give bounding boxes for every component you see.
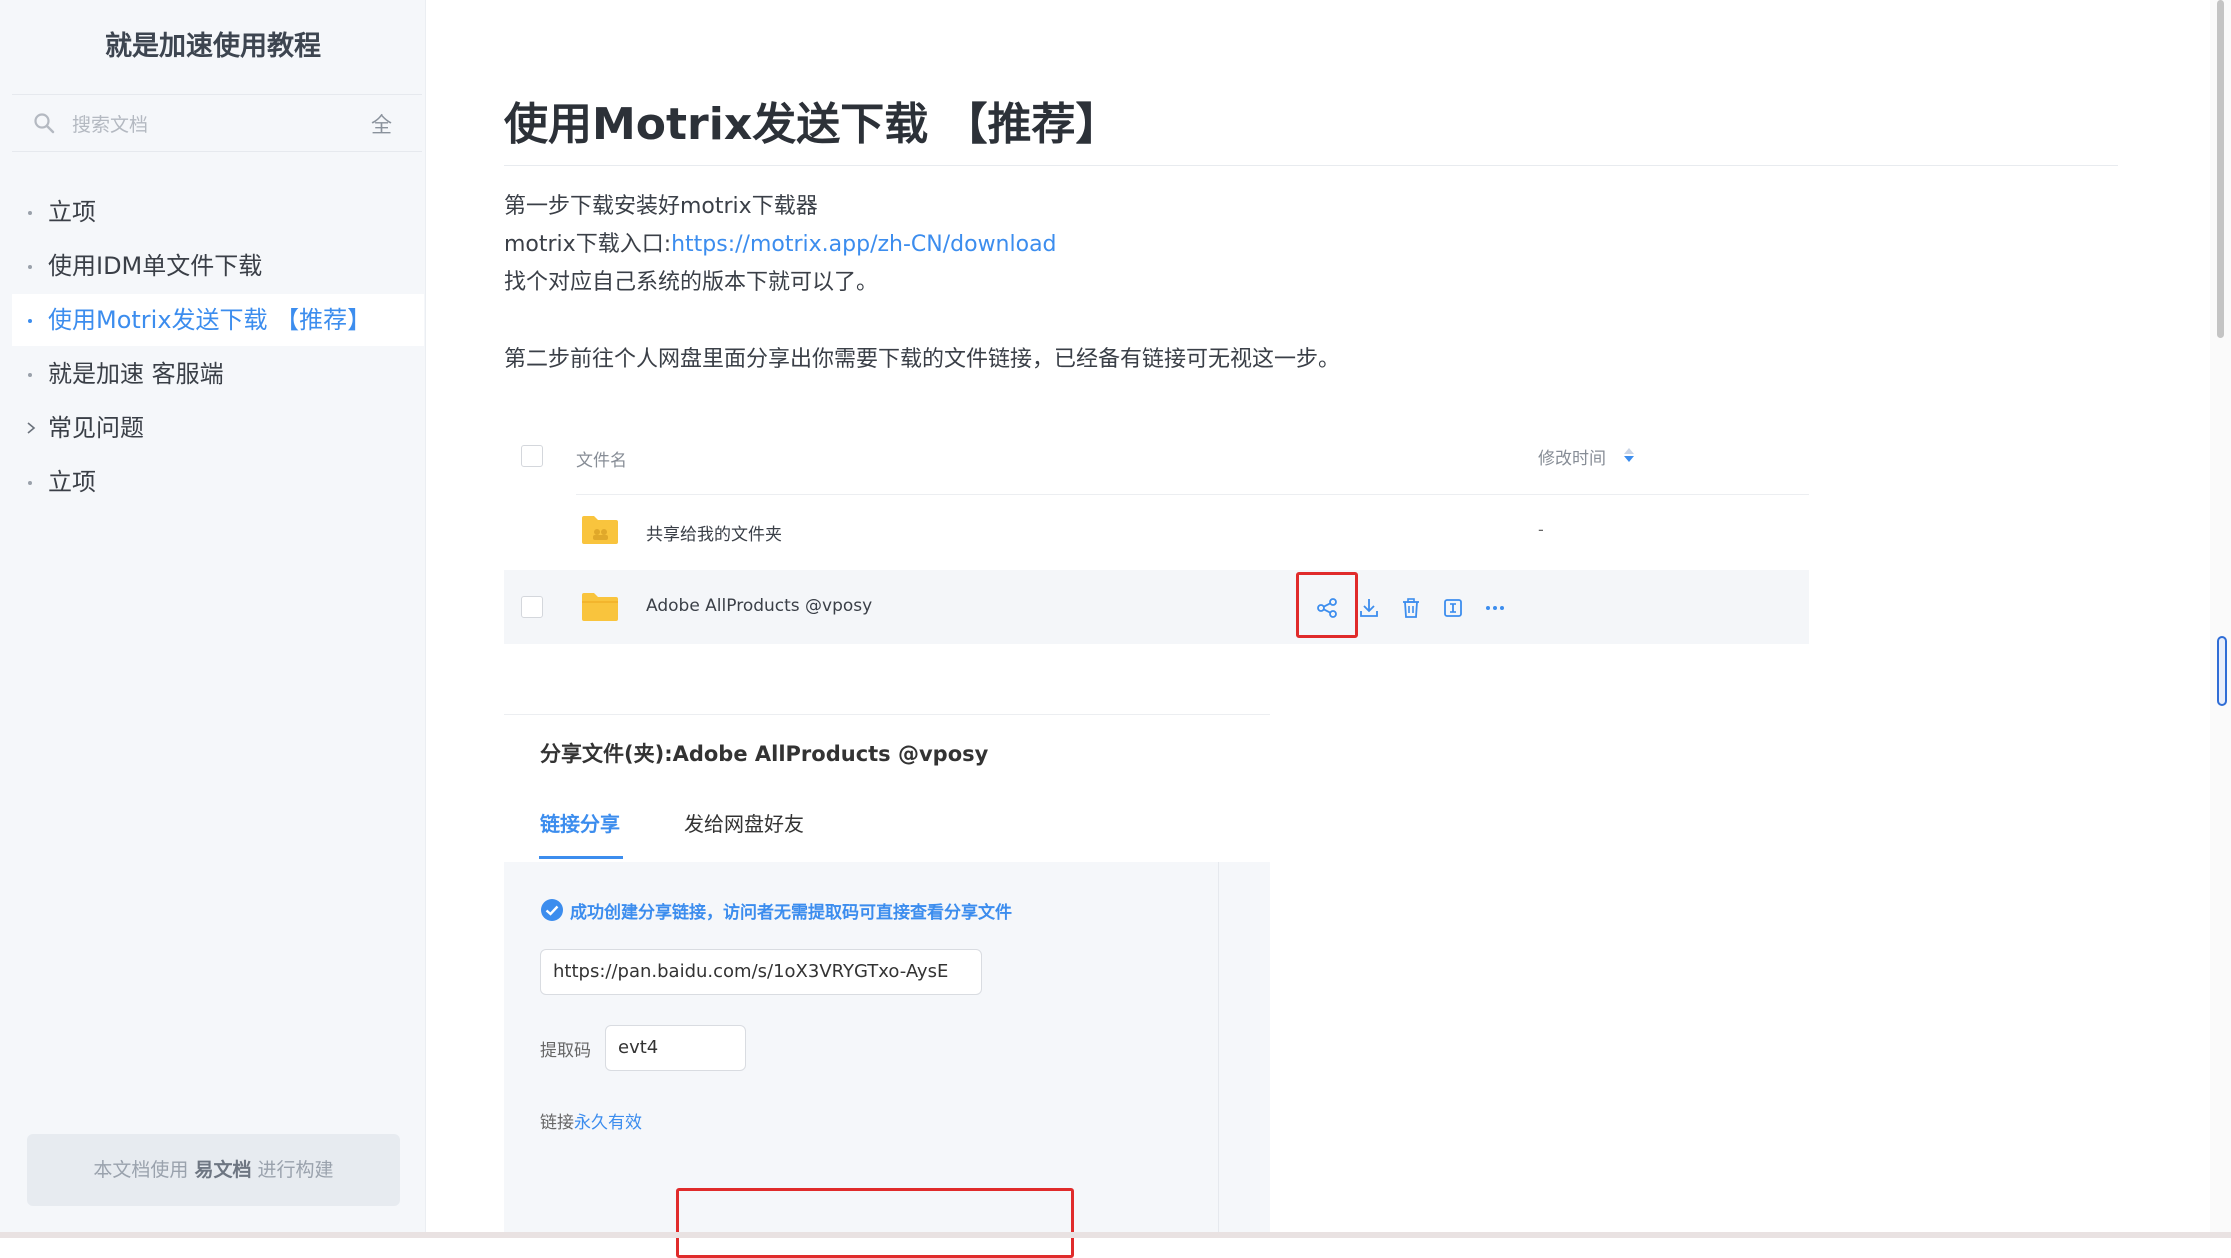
article: 使用Motrix发送下载 【推荐】 第一步下载安装好motrix下载器 motr… [504, 0, 2124, 1258]
sidebar-nav: 立项 使用IDM单文件下载 使用Motrix发送下载 【推荐】 就是加速 客服端… [12, 186, 424, 510]
folder-icon [582, 593, 618, 621]
footer-suffix: 进行构建 [257, 1159, 334, 1181]
validity-value[interactable]: 永久有效 [574, 1113, 642, 1133]
title-divider [504, 165, 2118, 166]
scroll-position-indicator[interactable] [2217, 636, 2227, 706]
success-message: 成功创建分享链接，访问者无需提取码可直接查看分享文件 [570, 903, 1012, 923]
page-title: 使用Motrix发送下载 【推荐】 [504, 99, 1120, 150]
shared-folder-icon [582, 516, 618, 544]
row-checkbox[interactable] [521, 596, 543, 618]
footer-brand[interactable]: 易文档 [194, 1159, 251, 1181]
download-icon[interactable] [1357, 596, 1381, 620]
sidebar-item-label: 立项 [48, 198, 96, 226]
download-entry-label: motrix下载入口: [504, 232, 672, 257]
share-icon[interactable] [1315, 596, 1339, 620]
dialog-top-border [504, 714, 1270, 715]
sidebar-item-idm[interactable]: 使用IDM单文件下载 [12, 240, 424, 292]
step1-line2: motrix下载入口:https://motrix.app/zh-CN/down… [504, 226, 1057, 258]
dialog-title: 分享文件(夹):Adobe AllProducts @vposy [540, 742, 989, 766]
dialog-right-divider [1218, 862, 1219, 1238]
sidebar-item-label: 常见问题 [48, 414, 144, 442]
sidebar-item-motrix[interactable]: 使用Motrix发送下载 【推荐】 [12, 294, 424, 346]
extract-code-field[interactable]: evt4 [605, 1025, 746, 1071]
column-header-name: 文件名 [576, 451, 627, 471]
share-dialog-screenshot: 分享文件(夹):Adobe AllProducts @vposy 链接分享 发给… [504, 714, 1270, 1238]
file-name[interactable]: Adobe AllProducts @vposy [646, 596, 872, 616]
table-row[interactable]: 共享给我的文件夹 - [504, 494, 1809, 568]
select-all-checkbox[interactable] [521, 445, 543, 467]
tab-link-share[interactable]: 链接分享 [540, 808, 620, 837]
step1-line3: 找个对应自己系统的版本下就可以了。 [504, 270, 879, 295]
sidebar-item-lixiang-2[interactable]: 立项 [12, 456, 424, 508]
bullet-icon [28, 373, 32, 377]
window-bottom-edge [0, 1232, 2231, 1238]
search-input[interactable]: 搜索文档 [72, 110, 148, 137]
bullet-icon [28, 211, 32, 215]
build-footer[interactable]: 本文档使用 易文档 进行构建 [27, 1134, 400, 1206]
doc-title: 就是加速使用教程 [105, 31, 321, 62]
modified-time: - [1538, 520, 1544, 539]
sidebar-item-lixiang[interactable]: 立项 [12, 186, 424, 238]
validity-label: 链接 [540, 1113, 574, 1133]
motrix-download-link[interactable]: https://motrix.app/zh-CN/download [671, 232, 1056, 257]
sidebar-item-label: 立项 [48, 468, 96, 496]
copy-link-highlight-box [676, 1188, 1074, 1258]
rename-icon[interactable] [1441, 596, 1465, 620]
sidebar-item-label: 使用IDM单文件下载 [48, 252, 263, 280]
scrollbar-thumb[interactable] [2217, 0, 2224, 338]
sidebar: 就是加速使用教程 搜索文档 全 立项 使用IDM单文件下载 使用Motrix发送… [0, 0, 426, 1238]
active-tab-indicator [539, 856, 623, 859]
share-link-field[interactable]: https://pan.baidu.com/s/1oX3VRYGTxo-AysE [540, 949, 982, 995]
search-scope-toggle[interactable]: 全 [371, 109, 392, 139]
step2-text: 第二步前往个人网盘里面分享出你需要下载的文件链接，已经备有链接可无视这一步。 [504, 347, 1341, 372]
chevron-right-icon[interactable] [25, 422, 37, 434]
delete-icon[interactable] [1399, 596, 1423, 620]
footer-prefix: 本文档使用 [93, 1159, 189, 1181]
sidebar-item-faq[interactable]: 常见问题 [12, 402, 424, 454]
link-validity: 链接永久有效 [540, 1108, 642, 1133]
file-list-screenshot: 文件名 修改时间 共享给我的文件夹 - Adobe AllProducts @v… [504, 412, 1809, 652]
table-row[interactable]: Adobe AllProducts @vposy [504, 570, 1809, 644]
dialog-body: 成功创建分享链接，访问者无需提取码可直接查看分享文件 https://pan.b… [504, 862, 1270, 1238]
bullet-icon [28, 265, 32, 269]
sort-icon[interactable] [1623, 446, 1635, 464]
sidebar-item-client[interactable]: 就是加速 客服端 [12, 348, 424, 400]
more-icon[interactable] [1483, 596, 1507, 620]
bullet-icon [28, 319, 32, 323]
step1-line1: 第一步下载安装好motrix下载器 [504, 194, 818, 219]
extract-code-label: 提取码 [540, 1041, 591, 1061]
column-header-time[interactable]: 修改时间 [1538, 444, 1606, 469]
bullet-icon [28, 481, 32, 485]
sidebar-item-label: 就是加速 客服端 [48, 360, 224, 388]
file-name[interactable]: 共享给我的文件夹 [646, 520, 782, 545]
check-circle-icon [541, 899, 563, 921]
sidebar-item-label: 使用Motrix发送下载 【推荐】 [48, 306, 372, 334]
tab-send-to-friend[interactable]: 发给网盘好友 [684, 808, 804, 837]
search-icon [34, 113, 55, 134]
search-bar[interactable]: 搜索文档 全 [12, 94, 422, 152]
